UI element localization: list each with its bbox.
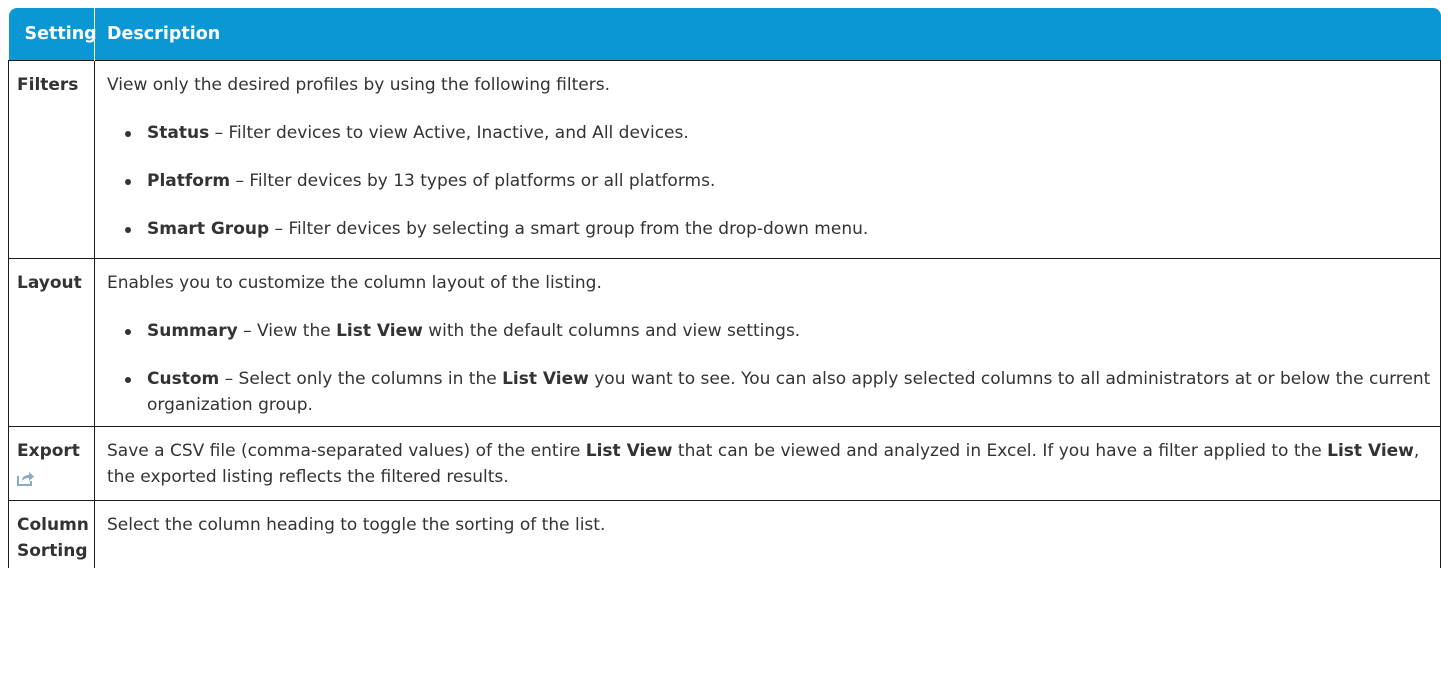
layout-list: Summary – View the List View with the de… — [107, 318, 1432, 418]
term-summary: Summary — [147, 321, 238, 341]
export-list-view-2: List View — [1327, 441, 1414, 461]
custom-list-view: List View — [502, 369, 589, 389]
export-list-view-1: List View — [585, 441, 673, 461]
summary-list-view: List View — [336, 321, 423, 341]
term-smart-group: Smart Group — [147, 219, 270, 239]
list-item-status: Status – Filter devices to view Active, … — [122, 120, 1432, 146]
smart-group-text: – Filter devices by selecting a smart gr… — [269, 219, 869, 239]
description-export: Save a CSV file (comma-separated values)… — [94, 426, 1441, 501]
export-icon[interactable] — [17, 468, 35, 486]
description-filters: View only the desired profiles by using … — [94, 60, 1441, 259]
list-item-summary: Summary – View the List View with the de… — [122, 318, 1432, 344]
table-row-column-sorting: Column Sorting Select the column heading… — [8, 500, 1441, 568]
list-item-custom: Custom – Select only the columns in the … — [122, 366, 1432, 418]
platform-text: – Filter devices by 13 types of platform… — [230, 171, 716, 191]
term-platform: Platform — [147, 171, 231, 191]
settings-table: Setting Description Filters View only th… — [8, 8, 1441, 568]
header-description: Description — [94, 8, 1441, 61]
status-text: – Filter devices to view Active, Inactiv… — [209, 123, 689, 143]
filters-list: Status – Filter devices to view Active, … — [107, 120, 1432, 254]
table-header: Setting Description — [8, 8, 1441, 61]
summary-text-2: with the default columns and view settin… — [422, 321, 801, 341]
list-item-platform: Platform – Filter devices by 13 types of… — [122, 168, 1432, 194]
setting-filters: Filters — [8, 60, 95, 259]
term-custom: Custom — [147, 369, 220, 389]
header-setting: Setting — [8, 8, 97, 61]
custom-text-1: – Select only the columns in the — [219, 369, 503, 389]
header-row: Setting Description — [8, 8, 1441, 61]
setting-export-label: Export — [17, 441, 80, 461]
export-text-2: that can be viewed and analyzed in Excel… — [672, 441, 1328, 461]
term-status: Status — [147, 123, 210, 143]
layout-lead: Enables you to customize the column layo… — [107, 273, 602, 293]
setting-export: Export — [8, 426, 95, 501]
setting-layout: Layout — [8, 258, 95, 427]
table-row-export: Export Save a CSV file (comma-separated … — [8, 426, 1441, 501]
description-layout: Enables you to customize the column layo… — [94, 258, 1441, 427]
list-item-smart-group: Smart Group – Filter devices by selectin… — [122, 216, 1432, 242]
setting-column-sorting: Column Sorting — [8, 500, 95, 568]
filters-lead: View only the desired profiles by using … — [107, 75, 610, 95]
export-text-1: Save a CSV file (comma-separated values)… — [107, 441, 586, 461]
summary-text-1: – View the — [237, 321, 337, 341]
table-row-filters: Filters View only the desired profiles b… — [8, 60, 1441, 259]
description-column-sorting: Select the column heading to toggle the … — [94, 500, 1441, 568]
table-row-layout: Layout Enables you to customize the colu… — [8, 258, 1441, 427]
